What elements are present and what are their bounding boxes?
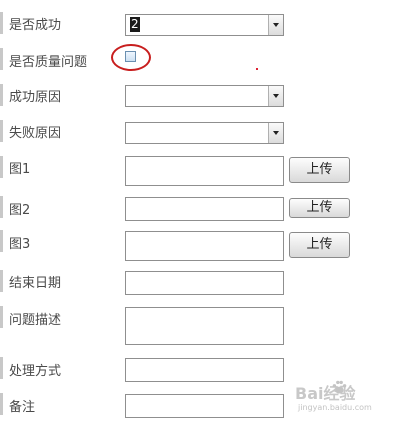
success-select[interactable]: 2 [125,14,284,36]
image2-upload-button[interactable]: 上传 [289,198,350,218]
paw-icon [332,380,347,394]
stray-mark [256,68,258,70]
row-marker [0,270,3,292]
end-date-label: 结束日期 [9,276,62,291]
highlight-circle-annotation [111,44,151,71]
image3-label: 图3 [9,237,31,252]
row-marker [0,156,3,178]
watermark-url: jingyan.baidu.com [298,403,372,412]
success-reason-select[interactable] [125,85,284,107]
success-select-value: 2 [130,17,140,32]
remarks-label: 备注 [9,400,36,415]
quality-issue-label: 是否质量问题 [9,55,88,70]
handling-input[interactable] [125,358,284,382]
chevron-down-icon[interactable] [268,86,283,106]
row-marker [0,12,3,34]
success-label: 是否成功 [9,18,62,33]
chevron-down-icon[interactable] [268,123,283,143]
image2-file-input[interactable] [125,197,284,221]
row-marker [0,48,3,70]
image3-upload-button[interactable]: 上传 [289,232,350,258]
success-reason-label: 成功原因 [9,90,62,105]
remarks-input[interactable] [125,394,284,418]
row-marker [0,84,3,106]
image2-label: 图2 [9,203,31,218]
description-label: 问题描述 [9,313,62,328]
row-marker [0,357,3,379]
image1-upload-button[interactable]: 上传 [289,157,350,183]
image3-file-input[interactable] [125,231,284,261]
fail-reason-label: 失败原因 [9,126,62,141]
fail-reason-select[interactable] [125,122,284,144]
end-date-input[interactable] [125,271,284,295]
chevron-down-icon[interactable] [268,15,283,35]
image1-file-input[interactable] [125,156,284,186]
row-marker [0,196,3,218]
handling-label: 处理方式 [9,364,62,379]
row-marker [0,306,3,328]
row-marker [0,393,3,415]
row-marker [0,120,3,142]
row-marker [0,230,3,252]
image1-label: 图1 [9,162,31,177]
description-textarea[interactable] [125,307,284,345]
